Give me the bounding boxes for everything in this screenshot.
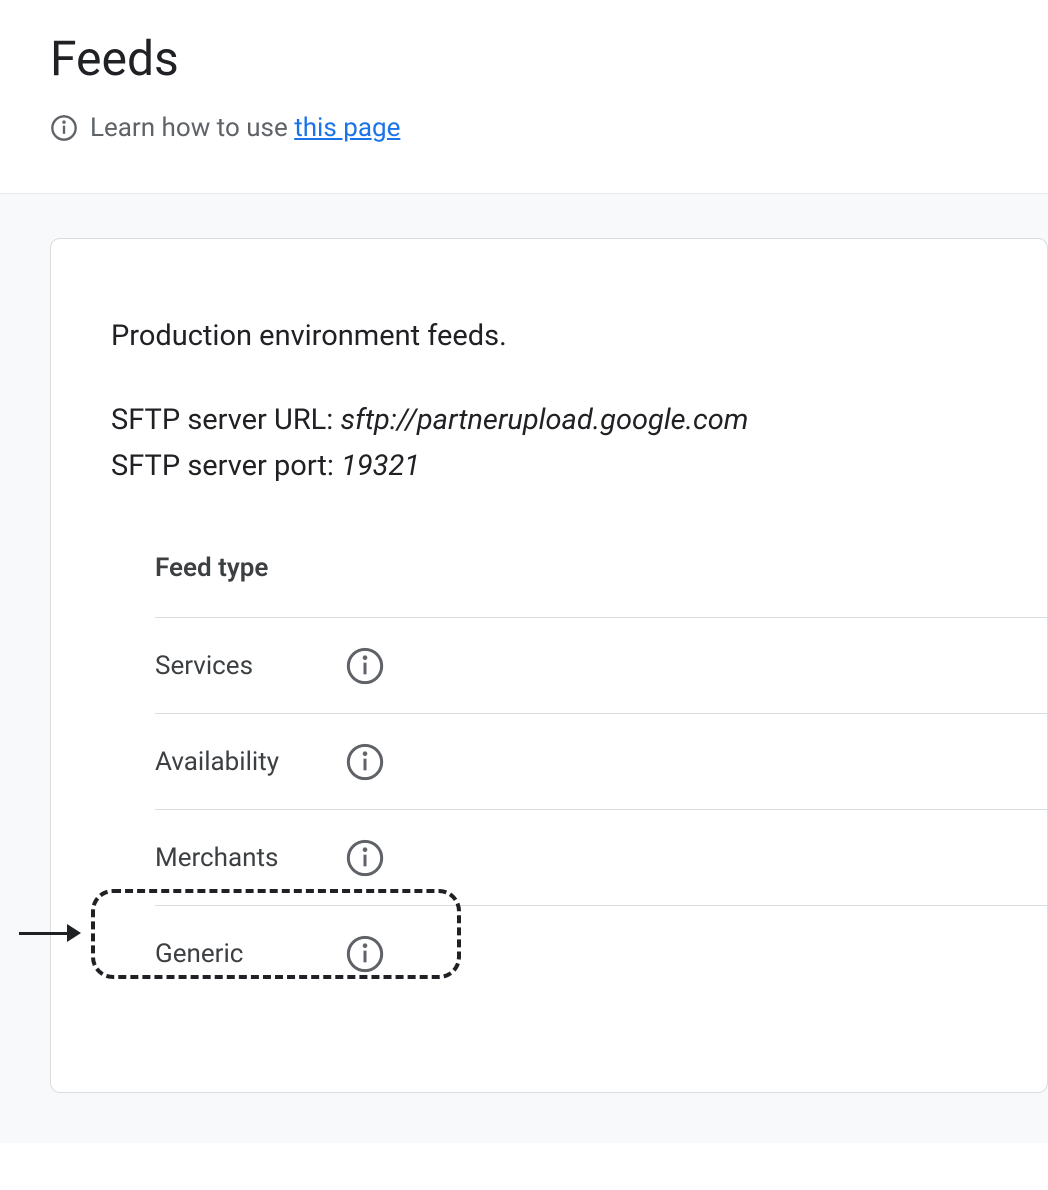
help-link[interactable]: this page [294,113,400,143]
table-row: Availability [155,714,1047,810]
help-prefix: Learn how to use [90,113,294,143]
feeds-card: Production environment feeds. SFTP serve… [50,238,1048,1093]
page-title: Feeds [50,30,998,87]
info-icon[interactable] [345,742,385,782]
sftp-url-value: sftp://partnerupload.google.com [341,403,749,437]
help-text: Learn how to use this page [90,113,400,143]
row-label: Generic [155,939,345,969]
sftp-port-label: SFTP server port: [111,449,341,483]
content-area: Production environment feeds. SFTP serve… [0,193,1048,1143]
row-label: Services [155,651,345,681]
info-icon[interactable] [345,646,385,686]
sftp-url-line: SFTP server URL: sftp://partnerupload.go… [111,403,1047,437]
info-icon[interactable] [345,934,385,974]
row-label: Availability [155,747,345,777]
row-label: Merchants [155,843,345,873]
table-header: Feed type [155,553,1047,618]
info-icon [50,114,78,142]
page-header: Feeds Learn how to use this page [0,0,1048,193]
sftp-port-line: SFTP server port: 19321 [111,449,1047,483]
feed-type-table: Feed type Services Availability [111,553,1047,1002]
card-description: Production environment feeds. [111,319,1047,353]
sftp-port-value: 19321 [341,449,420,483]
info-icon[interactable] [345,838,385,878]
table-row: Merchants [155,810,1047,906]
table-row: Generic [155,906,1047,1002]
sftp-url-label: SFTP server URL: [111,403,341,437]
table-row: Services [155,618,1047,714]
annotation-arrow [19,923,83,943]
help-row: Learn how to use this page [50,113,998,143]
